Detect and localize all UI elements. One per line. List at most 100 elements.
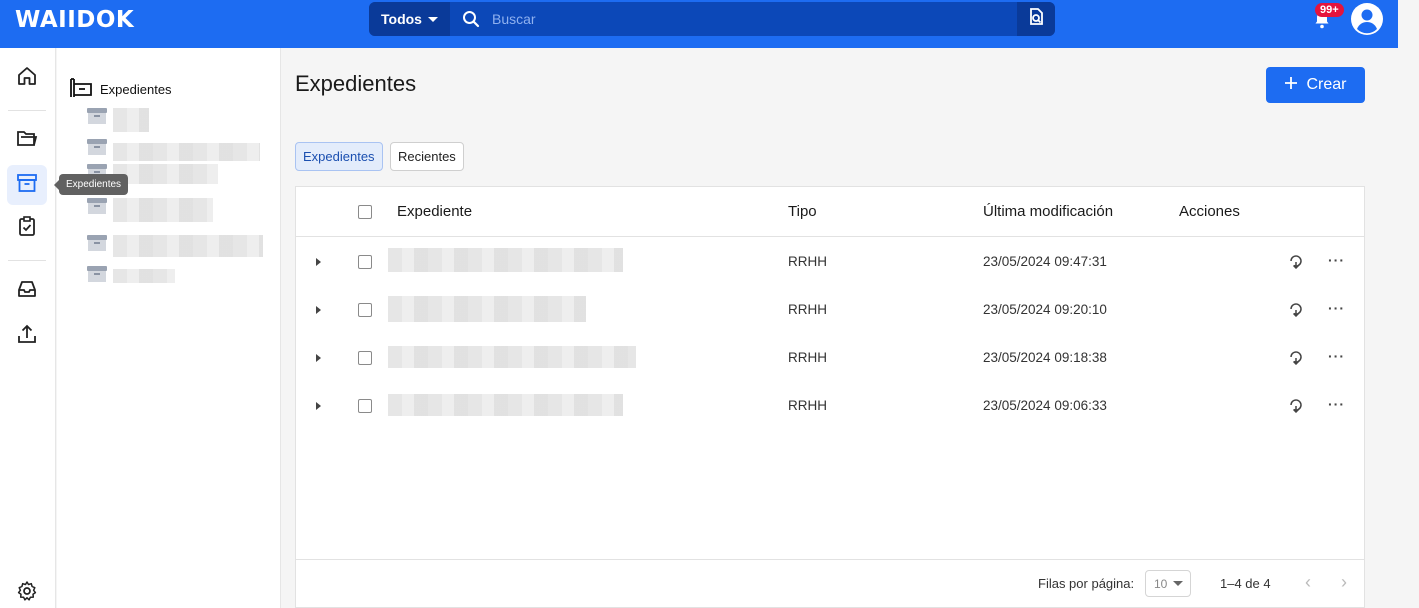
column-header-ultima-modificacion[interactable]: Última modificación bbox=[983, 203, 1113, 220]
redacted-label bbox=[113, 143, 260, 161]
column-header-tipo[interactable]: Tipo bbox=[788, 203, 817, 220]
row-tipo: RRHH bbox=[788, 254, 827, 269]
table-row[interactable]: RRHH 23/05/2024 09:20:10 ··· bbox=[296, 286, 1364, 334]
rail-divider bbox=[8, 260, 46, 261]
row-tipo: RRHH bbox=[788, 398, 827, 413]
redacted-label bbox=[113, 269, 175, 283]
tree-item[interactable] bbox=[87, 139, 260, 161]
chevron-down-icon bbox=[1173, 581, 1184, 586]
row-checkbox[interactable] bbox=[358, 351, 372, 365]
row-checkbox[interactable] bbox=[358, 303, 372, 317]
rows-per-page-select[interactable]: 10 bbox=[1145, 570, 1191, 597]
tab-recientes[interactable]: Recientes bbox=[390, 142, 464, 171]
row-checkbox[interactable] bbox=[358, 255, 372, 269]
more-actions-button[interactable]: ··· bbox=[1328, 348, 1345, 364]
redacted-label bbox=[113, 198, 213, 222]
tree-item[interactable] bbox=[87, 108, 149, 132]
expand-row-icon[interactable] bbox=[316, 354, 321, 362]
nav-rail bbox=[0, 48, 56, 608]
rail-upload[interactable] bbox=[7, 316, 47, 356]
tree-root-label: Expedientes bbox=[100, 82, 172, 97]
redacted-label bbox=[113, 164, 218, 184]
search-bar: Todos bbox=[369, 2, 1055, 36]
rail-tasks[interactable] bbox=[7, 208, 47, 248]
rows-per-page-label: Filas por página: bbox=[1038, 576, 1135, 591]
tree-panel: Expedientes bbox=[57, 48, 281, 608]
more-actions-button[interactable]: ··· bbox=[1328, 396, 1345, 412]
app-logo[interactable]: WAIIDOK bbox=[15, 7, 134, 33]
main-content: Expedientes Crear Expedientes Recientes … bbox=[282, 48, 1398, 608]
row-checkbox[interactable] bbox=[358, 399, 372, 413]
search-input[interactable] bbox=[492, 2, 1012, 36]
restore-document-icon[interactable] bbox=[1288, 349, 1304, 366]
restore-document-icon[interactable] bbox=[1288, 397, 1304, 414]
settings-icon bbox=[16, 580, 38, 607]
pagination-range: 1–4 de 4 bbox=[1220, 576, 1271, 591]
row-tipo: RRHH bbox=[788, 350, 827, 365]
rail-settings[interactable] bbox=[7, 573, 47, 608]
redacted-expediente-name bbox=[388, 346, 636, 368]
table-row[interactable]: RRHH 23/05/2024 09:06:33 ··· bbox=[296, 382, 1364, 430]
expand-row-icon[interactable] bbox=[316, 306, 321, 314]
archive-box-icon bbox=[87, 266, 107, 282]
column-header-expediente[interactable]: Expediente bbox=[397, 203, 472, 220]
redacted-label bbox=[113, 108, 149, 132]
tab-expedientes[interactable]: Expedientes bbox=[295, 142, 383, 171]
rail-inbox[interactable] bbox=[7, 271, 47, 311]
tree-root-expedientes[interactable]: Expedientes bbox=[70, 78, 172, 101]
search-icon bbox=[462, 10, 480, 28]
clipboard-check-icon bbox=[16, 215, 38, 242]
rail-expedientes[interactable] bbox=[7, 165, 47, 205]
inbox-icon bbox=[16, 278, 38, 305]
column-header-acciones: Acciones bbox=[1179, 203, 1240, 220]
chevron-right-icon[interactable]: › bbox=[1334, 572, 1354, 592]
archive-box-icon bbox=[87, 139, 107, 155]
create-button-label: Crear bbox=[1306, 76, 1347, 93]
rail-divider bbox=[8, 110, 46, 111]
more-actions-button[interactable]: ··· bbox=[1328, 252, 1345, 268]
folders-icon bbox=[16, 127, 38, 154]
expand-row-icon[interactable] bbox=[316, 402, 321, 410]
row-tipo: RRHH bbox=[788, 302, 827, 317]
row-modified: 23/05/2024 09:20:10 bbox=[983, 302, 1107, 317]
archive-box-icon bbox=[16, 172, 38, 199]
notification-badge: 99+ bbox=[1315, 3, 1344, 17]
advanced-search-button[interactable] bbox=[1017, 2, 1055, 36]
table-row[interactable]: RRHH 23/05/2024 09:18:38 ··· bbox=[296, 334, 1364, 382]
tree-root-icon bbox=[70, 78, 92, 101]
restore-document-icon[interactable] bbox=[1288, 301, 1304, 318]
create-button[interactable]: Crear bbox=[1266, 67, 1365, 103]
expedientes-table: Expediente Tipo Última modificación Acci… bbox=[295, 186, 1365, 608]
top-bar: WAIIDOK Todos 99+ bbox=[0, 0, 1398, 48]
restore-document-icon[interactable] bbox=[1288, 253, 1304, 270]
archive-box-icon bbox=[87, 108, 107, 124]
redacted-expediente-name bbox=[388, 394, 623, 416]
archive-box-icon bbox=[87, 198, 107, 214]
row-modified: 23/05/2024 09:18:38 bbox=[983, 350, 1107, 365]
chevron-down-icon bbox=[427, 16, 438, 22]
rail-home[interactable] bbox=[7, 58, 47, 98]
tree-item[interactable] bbox=[87, 198, 213, 222]
table-pagination: Filas por página: 10 1–4 de 4 ‹ › bbox=[296, 559, 1364, 607]
select-all-checkbox[interactable] bbox=[358, 205, 372, 219]
chevron-left-icon[interactable]: ‹ bbox=[1298, 572, 1318, 592]
tooltip-expedientes: Expedientes bbox=[53, 174, 129, 195]
archive-box-icon bbox=[87, 235, 107, 251]
rail-folders[interactable] bbox=[7, 120, 47, 160]
page-title: Expedientes bbox=[295, 71, 417, 96]
expand-row-icon[interactable] bbox=[316, 258, 321, 266]
tree-item[interactable] bbox=[87, 235, 263, 257]
table-row[interactable]: RRHH 23/05/2024 09:47:31 ··· bbox=[296, 238, 1364, 286]
redacted-expediente-name bbox=[388, 248, 623, 272]
redacted-expediente-name bbox=[388, 296, 586, 322]
tree-item[interactable] bbox=[87, 266, 175, 283]
row-modified: 23/05/2024 09:06:33 bbox=[983, 398, 1107, 413]
avatar[interactable] bbox=[1351, 3, 1383, 35]
upload-icon bbox=[16, 323, 38, 350]
search-scope-label: Todos bbox=[381, 11, 422, 27]
rows-per-page-value: 10 bbox=[1154, 576, 1168, 591]
more-actions-button[interactable]: ··· bbox=[1328, 300, 1345, 316]
search-scope-dropdown[interactable]: Todos bbox=[369, 2, 450, 36]
table-header: Expediente Tipo Última modificación Acci… bbox=[296, 187, 1364, 237]
document-search-icon bbox=[1027, 7, 1045, 31]
